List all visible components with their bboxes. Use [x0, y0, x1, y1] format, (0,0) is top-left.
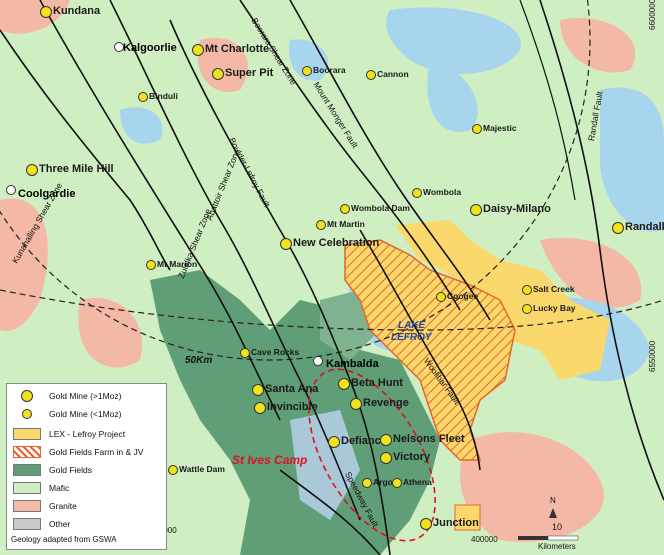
mine-label: Cannon: [377, 69, 409, 79]
legend-item: Gold Fields: [13, 464, 92, 476]
gold-mine-major-icon: [280, 238, 292, 250]
gold-mine-minor-icon: [316, 220, 326, 230]
mine-label: Kundana: [53, 5, 101, 17]
lake-label: LAKE: [398, 320, 426, 331]
gold-mine-minor-icon: [362, 478, 372, 488]
other-swatch: [13, 518, 41, 530]
legend-item: Gold Mine (<1Moz): [13, 409, 122, 419]
geology-map: 350000 400000 6600000 6550000 Kalgoorlie…: [0, 0, 664, 555]
mine-label: Revenge: [363, 397, 409, 409]
mine-label: Super Pit: [225, 67, 274, 79]
mine-label: Daisy-Milano: [483, 203, 551, 215]
mine-label: Mt Charlotte: [205, 43, 270, 55]
gold-mine-minor-icon: [522, 285, 532, 295]
mine-label: Wattle Dam: [179, 464, 225, 474]
gold-mine-minor-icon: [436, 292, 446, 302]
mine-label: Santa Ana: [265, 383, 319, 395]
gold-mine-minor-icon: [138, 92, 148, 102]
gold-mine-major-icon: [212, 68, 224, 80]
scale-bar: [547, 535, 579, 541]
granite-swatch: [13, 500, 41, 512]
mine-label: New Celebration: [293, 237, 380, 249]
coord-northing-1: 6600000: [648, 0, 657, 30]
scale-value: 10: [552, 522, 563, 532]
gold-mine-major-icon: [380, 434, 392, 446]
legend-item: Granite: [13, 500, 77, 512]
coord-northing-2: 6550000: [648, 340, 657, 372]
legend-item: Gold Mine (>1Moz): [13, 390, 122, 402]
gold-mine-minor-icon: [22, 409, 32, 419]
gold-mine-minor-icon: [412, 188, 422, 198]
mine-label: Cave Rocks: [251, 347, 300, 357]
gold-mine-major-icon: [470, 204, 482, 216]
legend-item: LEX - Lefroy Project: [13, 428, 125, 440]
mafic-swatch: [13, 482, 41, 494]
gold-mine-major-icon: [350, 398, 362, 410]
mine-label: Wombola: [423, 187, 462, 197]
gold-mine-major-icon: [254, 402, 266, 414]
mine-label: Boorara: [313, 65, 346, 75]
mine-label: Randalls: [625, 221, 664, 233]
camp-label: St Ives Camp: [232, 453, 308, 467]
gold-mine-minor-icon: [472, 124, 482, 134]
legend-item: Other: [13, 518, 70, 530]
gold-mine-major-icon: [328, 436, 340, 448]
gold-mine-major-icon: [26, 164, 38, 176]
mine-label: Nelsons Fleet: [393, 433, 465, 445]
mine-label: Lucky Bay: [533, 303, 576, 313]
gold-mine-major-icon: [420, 518, 432, 530]
gold-mine-major-icon: [252, 384, 264, 396]
mine-label: Victory: [393, 451, 431, 463]
north-label: N: [550, 496, 556, 505]
gold-mine-minor-icon: [146, 260, 156, 270]
mine-label: Junction: [433, 517, 479, 529]
gold-mine-minor-icon: [522, 304, 532, 314]
gold-mine-minor-icon: [240, 348, 250, 358]
gold-mine-major-icon: [21, 390, 33, 402]
gold-mine-minor-icon: [168, 465, 178, 475]
mine-label: Mt Martin: [327, 219, 365, 229]
coord-easting-2: 400000: [471, 535, 498, 544]
gold-mine-minor-icon: [340, 204, 350, 214]
town-label: Kambalda: [326, 358, 379, 370]
lake-label: LEFROY: [391, 332, 432, 343]
gold-mine-major-icon: [338, 378, 350, 390]
mine-label: Beta Hunt: [351, 377, 403, 389]
mine-label: Salt Creek: [533, 284, 575, 294]
mine-label: Wombola Dam: [351, 203, 410, 213]
legend-item: Gold Fields Farm in & JV: [13, 446, 143, 458]
gold-mine-minor-icon: [302, 66, 312, 76]
mine-label: Binduli: [149, 91, 178, 101]
gold-mine-minor-icon: [366, 70, 376, 80]
town-label: Kalgoorlie: [123, 42, 177, 54]
mine-label: Three Mile Hill: [39, 163, 114, 175]
town-dot-icon: [313, 356, 323, 366]
map-legend: Gold Mine (>1Moz) Gold Mine (<1Moz) LEX …: [6, 383, 167, 550]
legend-item: Mafic: [13, 482, 69, 494]
town-dot-icon: [114, 42, 124, 52]
mine-label: Mt Marion: [157, 259, 198, 269]
farm-in-swatch: [13, 446, 41, 458]
scale-unit: Kilometers: [538, 542, 576, 551]
mine-label: Coogee: [447, 291, 479, 301]
gold-mine-major-icon: [192, 44, 204, 56]
gold-mine-minor-icon: [392, 478, 402, 488]
gold-mine-major-icon: [380, 452, 392, 464]
gold-mine-major-icon: [40, 6, 52, 18]
radius-label: 50Km: [185, 355, 213, 366]
lex-swatch: [13, 428, 41, 440]
gold-fields-swatch: [13, 464, 41, 476]
mine-label: Majestic: [483, 123, 517, 133]
legend-credit: Geology adapted from GSWA: [11, 535, 117, 544]
gold-mine-major-icon: [612, 222, 624, 234]
mine-label: Argo: [373, 477, 393, 487]
mine-label: Athena: [403, 477, 432, 487]
mine-label: Invincible: [267, 401, 318, 413]
town-dot-icon: [6, 185, 16, 195]
